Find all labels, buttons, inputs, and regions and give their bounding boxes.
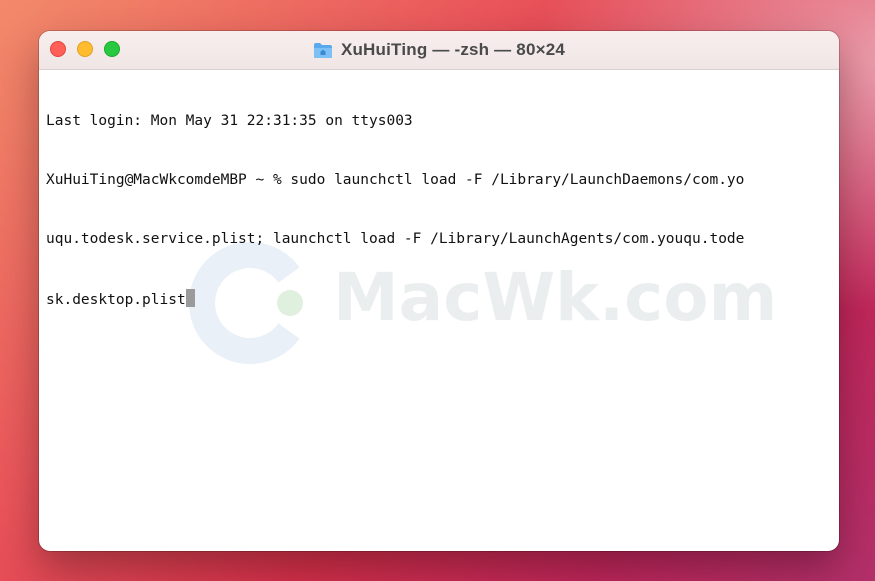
terminal-line-text: sk.desktop.plist [46,291,186,308]
window-title: XuHuiTing — -zsh — 80×24 [39,31,839,69]
window-title-text: XuHuiTing — -zsh — 80×24 [340,40,566,59]
terminal-window: XuHuiTing — -zsh — 80×24 MacWk.com Last … [39,31,839,551]
terminal-prompt-line: sk.desktop.plist [46,288,836,309]
text-cursor [185,288,195,307]
terminal-output[interactable]: Last login: Mon May 31 22:31:35 on ttys0… [46,73,836,347]
terminal-line: uqu.todesk.service.plist; launchctl load… [46,230,745,247]
title-bar[interactable]: XuHuiTing — -zsh — 80×24 [39,31,839,70]
terminal-line: Last login: Mon May 31 22:31:35 on ttys0… [46,113,413,130]
folder-icon [313,42,333,59]
terminal-line: XuHuiTing@MacWkcomdeMBP ~ % sudo launchc… [46,171,745,188]
